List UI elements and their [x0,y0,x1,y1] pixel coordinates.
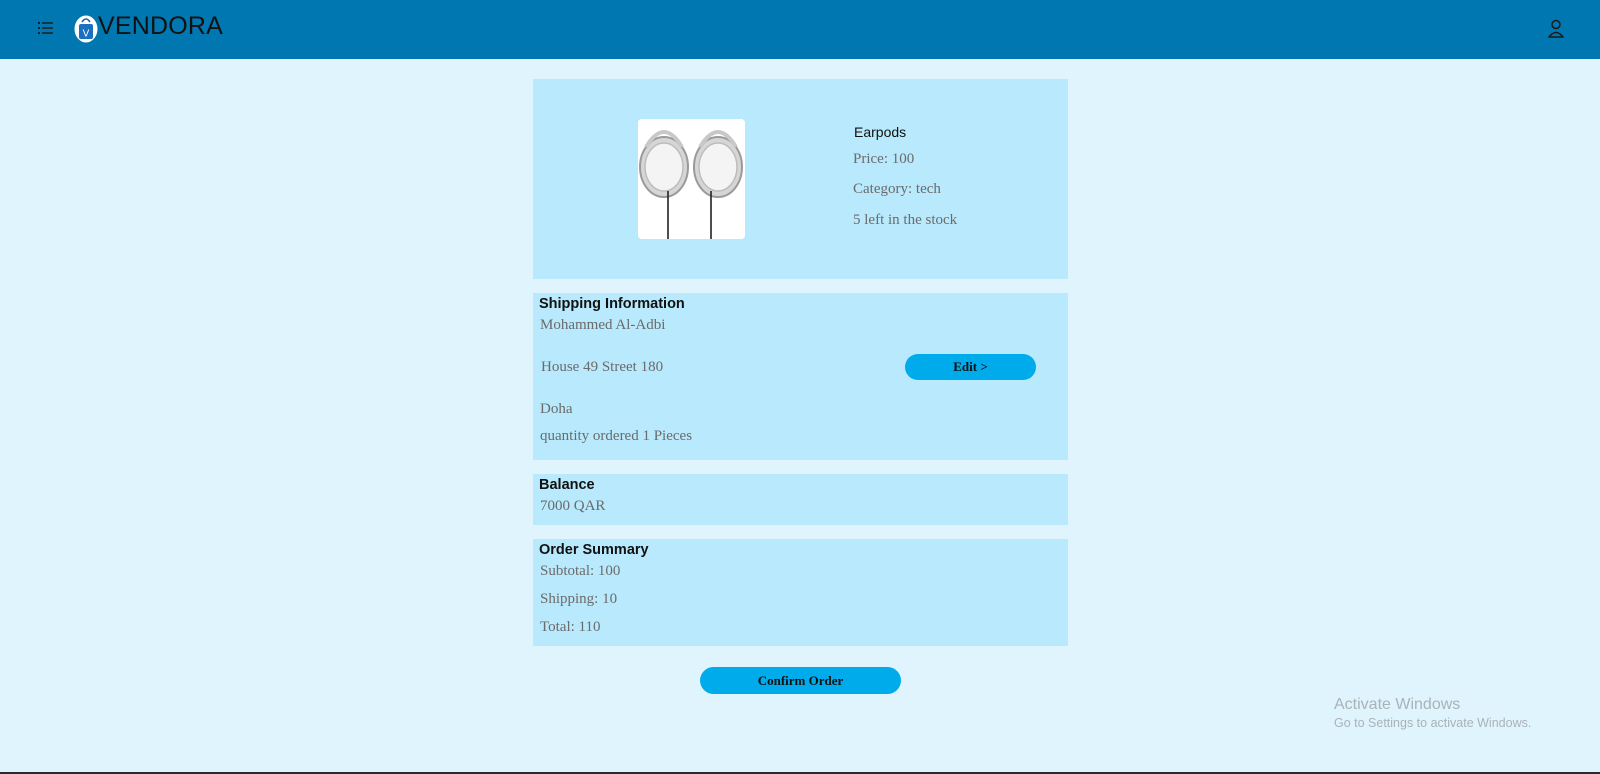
shipping-name: Mohammed Al-Adbi [540,317,666,333]
watermark-subtitle: Go to Settings to activate Windows. [1334,716,1532,730]
balance-card: Balance 7000 QAR [533,474,1068,525]
user-account-icon[interactable] [1546,18,1566,40]
shipping-address: House 49 Street 180 [541,359,664,375]
windows-activation-watermark: Activate Windows Go to Settings to activ… [1334,696,1531,730]
balance-amount: 7000 QAR [540,498,606,514]
edit-shipping-button[interactable]: Edit > [905,354,1036,380]
product-card: Earpods Price: 100 Category: tech 5 left… [533,79,1068,279]
product-image [638,119,745,239]
svg-text:V: V [83,29,90,40]
brand-name: VENDORA [98,12,224,40]
quantity-ordered: quantity ordered 1 Pieces [540,428,693,444]
confirm-order-button[interactable]: Confirm Order [700,667,901,694]
list-menu-icon[interactable] [36,19,56,37]
summary-subtotal: Subtotal: 100 [540,563,621,579]
product-category: Category: tech [853,181,941,197]
product-name: Earpods [854,124,907,140]
order-summary-heading: Order Summary [539,542,649,558]
top-navigation-bar: V VENDORA [0,0,1600,59]
watermark-title: Activate Windows [1334,696,1461,713]
summary-total: Total: 110 [540,619,601,635]
summary-shipping: Shipping: 10 [540,591,618,607]
balance-heading: Balance [539,477,595,493]
product-price: Price: 100 [853,151,915,167]
product-stock: 5 left in the stock [853,212,958,228]
shipping-city: Doha [540,401,573,417]
vendora-logo-icon[interactable]: V [74,13,98,43]
shipping-information-card: Shipping Information Mohammed Al-Adbi Ho… [533,293,1068,460]
order-summary-card: Order Summary Subtotal: 100 Shipping: 10… [533,539,1068,646]
shipping-heading: Shipping Information [539,296,685,312]
